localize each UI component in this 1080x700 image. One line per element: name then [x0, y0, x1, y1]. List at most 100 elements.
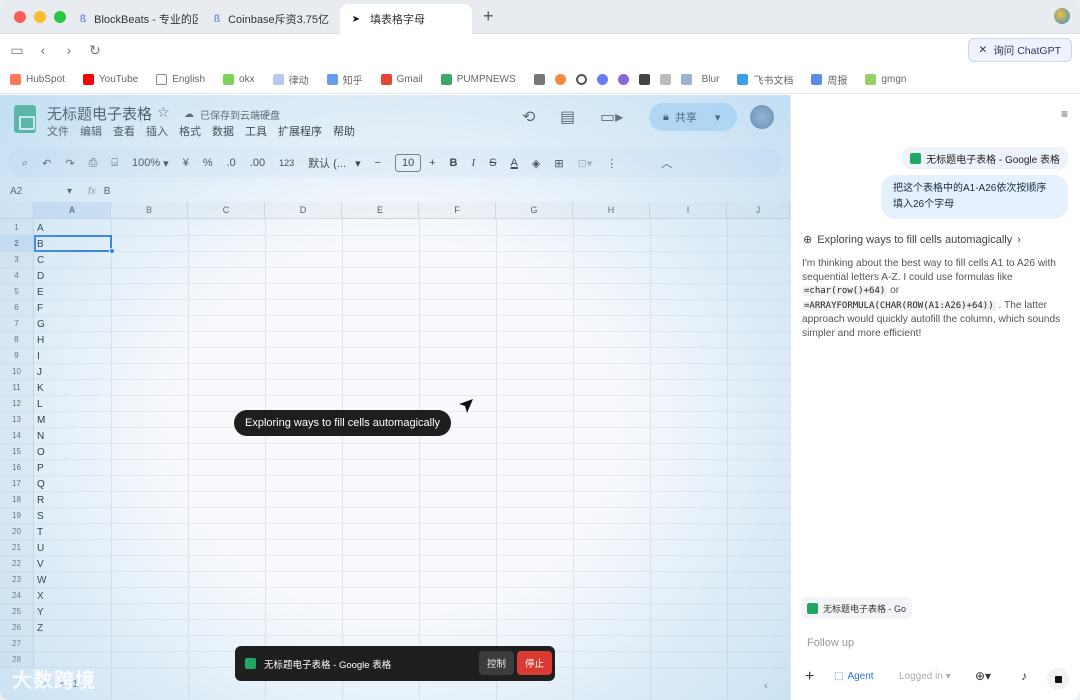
bookmark-feishu[interactable]: 飞书文档	[737, 72, 793, 87]
column-header-D[interactable]: D	[265, 202, 342, 219]
cell-A24[interactable]: X	[34, 588, 111, 604]
menu-view[interactable]: 查看	[113, 123, 135, 139]
cell-A20[interactable]: T	[34, 524, 111, 540]
cell-A9[interactable]: I	[34, 348, 111, 364]
menu-format[interactable]: 格式	[179, 123, 201, 139]
row-header-10[interactable]: 10	[0, 364, 34, 380]
redo-icon[interactable]: ↷	[65, 157, 74, 170]
bookmark-icon-c[interactable]	[575, 74, 587, 85]
cell-A13[interactable]: M	[34, 412, 111, 428]
column-header-A[interactable]: A	[34, 202, 111, 219]
cell-A3[interactable]: C	[34, 252, 111, 268]
column-header-J[interactable]: J	[727, 202, 790, 219]
print-icon[interactable]: ⎙	[89, 157, 98, 170]
row-header-19[interactable]: 19	[0, 508, 34, 524]
text-color-icon[interactable]: A	[511, 157, 518, 169]
row-header-27[interactable]: 27	[0, 636, 34, 652]
minimize-window-button[interactable]	[34, 11, 46, 23]
increase-font-size-icon[interactable]: +	[429, 157, 435, 169]
add-icon[interactable]: +	[805, 668, 814, 686]
cell-A16[interactable]: P	[34, 460, 111, 476]
row-header-1[interactable]: 1	[0, 220, 34, 236]
history-icon[interactable]: ⟲	[522, 107, 535, 127]
row-header-3[interactable]: 3	[0, 252, 34, 268]
bookmark-lvdong[interactable]: 律动	[272, 72, 309, 87]
bookmark-gmgn[interactable]: gmgn	[865, 74, 906, 85]
tab-coinbase[interactable]: ß Coinbase斥资3.75亿	[204, 4, 336, 34]
cell-A14[interactable]: N	[34, 428, 111, 444]
collapse-toolbar-icon[interactable]: ︿	[661, 155, 672, 171]
row-header-24[interactable]: 24	[0, 588, 34, 604]
row-header-26[interactable]: 26	[0, 620, 34, 636]
column-header-H[interactable]: H	[573, 202, 650, 219]
number-format-button[interactable]: 123	[279, 158, 294, 168]
microphone-icon[interactable]: ♪	[1021, 669, 1027, 683]
row-header-25[interactable]: 25	[0, 604, 34, 620]
row-header-5[interactable]: 5	[0, 284, 34, 300]
row-header-20[interactable]: 20	[0, 524, 34, 540]
row-header-17[interactable]: 17	[0, 476, 34, 492]
column-header-G[interactable]: G	[496, 202, 573, 219]
cell-A11[interactable]: K	[34, 380, 111, 396]
row-header-22[interactable]: 22	[0, 556, 34, 572]
bookmark-icon-g[interactable]	[659, 74, 671, 85]
cell-A22[interactable]: V	[34, 556, 111, 572]
maximize-window-button[interactable]	[54, 11, 66, 23]
row-header-2[interactable]: 2	[0, 236, 34, 252]
more-options-icon[interactable]: ⋮	[606, 157, 617, 170]
menu-tools[interactable]: 工具	[245, 123, 267, 139]
tab-blockbeats[interactable]: ß BlockBeats - 专业的区	[70, 4, 198, 34]
row-header-16[interactable]: 16	[0, 460, 34, 476]
comment-icon[interactable]: ▤	[560, 107, 575, 127]
cell-A15[interactable]: O	[34, 444, 111, 460]
bookmark-icon-h[interactable]	[680, 74, 692, 85]
cell-A12[interactable]: L	[34, 396, 111, 412]
row-header-21[interactable]: 21	[0, 540, 34, 556]
bookmark-icon-e[interactable]	[617, 74, 629, 85]
bookmark-gmail[interactable]: Gmail	[380, 74, 423, 85]
decrease-decimal-button[interactable]: .0	[227, 157, 236, 169]
borders-icon[interactable]: ⊞	[554, 157, 563, 170]
column-header-C[interactable]: C	[188, 202, 265, 219]
document-title[interactable]: 无标题电子表格	[47, 103, 152, 124]
cell-A6[interactable]: F	[34, 300, 111, 316]
attachment-chip[interactable]: 无标题电子表格 - Go	[801, 597, 913, 619]
formula-input[interactable]: B	[104, 186, 111, 197]
sheets-logo-icon[interactable]	[14, 105, 36, 133]
column-header-I[interactable]: I	[650, 202, 727, 219]
font-size-field[interactable]: 10	[395, 154, 422, 172]
menu-insert[interactable]: 插入	[146, 123, 168, 139]
bookmark-zhihu[interactable]: 知乎	[326, 72, 363, 87]
row-header-13[interactable]: 13	[0, 412, 34, 428]
italic-icon[interactable]: I	[471, 157, 475, 169]
chevron-down-icon[interactable]: ▾	[715, 111, 721, 124]
cell-A1[interactable]: A	[34, 220, 111, 236]
take-control-button[interactable]: 控制	[479, 651, 515, 675]
profile-icon[interactable]	[1054, 8, 1070, 24]
bookmark-icon-b[interactable]	[554, 74, 566, 85]
row-header-18[interactable]: 18	[0, 492, 34, 508]
row-header-23[interactable]: 23	[0, 572, 34, 588]
forward-icon[interactable]: ›	[56, 42, 82, 58]
cell-A26[interactable]: Z	[34, 620, 111, 636]
row-header-11[interactable]: 11	[0, 380, 34, 396]
undo-icon[interactable]: ↶	[42, 157, 51, 170]
login-status[interactable]: Logged in ▾	[899, 671, 951, 682]
close-window-button[interactable]	[14, 11, 26, 23]
cell-A8[interactable]: H	[34, 332, 111, 348]
bookmark-pumpnews[interactable]: PUMPNEWS	[440, 74, 516, 85]
cell-A7[interactable]: G	[34, 316, 111, 332]
bookmark-english[interactable]: English	[156, 74, 205, 85]
bookmark-weekly[interactable]: 周报	[811, 72, 847, 87]
bookmark-youtube[interactable]: YouTube	[82, 74, 138, 85]
column-header-B[interactable]: B	[111, 202, 188, 219]
cell-A4[interactable]: D	[34, 268, 111, 284]
star-icon[interactable]: ☆	[157, 104, 170, 121]
agent-mode-button[interactable]: ⬚ Agent	[834, 671, 874, 682]
zoom-select[interactable]: 100% ▾	[132, 157, 169, 170]
row-header-15[interactable]: 15	[0, 444, 34, 460]
row-header-6[interactable]: 6	[0, 300, 34, 316]
ask-chatgpt-button[interactable]: ✕ 询问 ChatGPT	[967, 38, 1072, 62]
fill-handle[interactable]	[109, 248, 115, 254]
thinking-toggle[interactable]: ⊕ Exploring ways to fill cells automagic…	[803, 233, 1021, 247]
